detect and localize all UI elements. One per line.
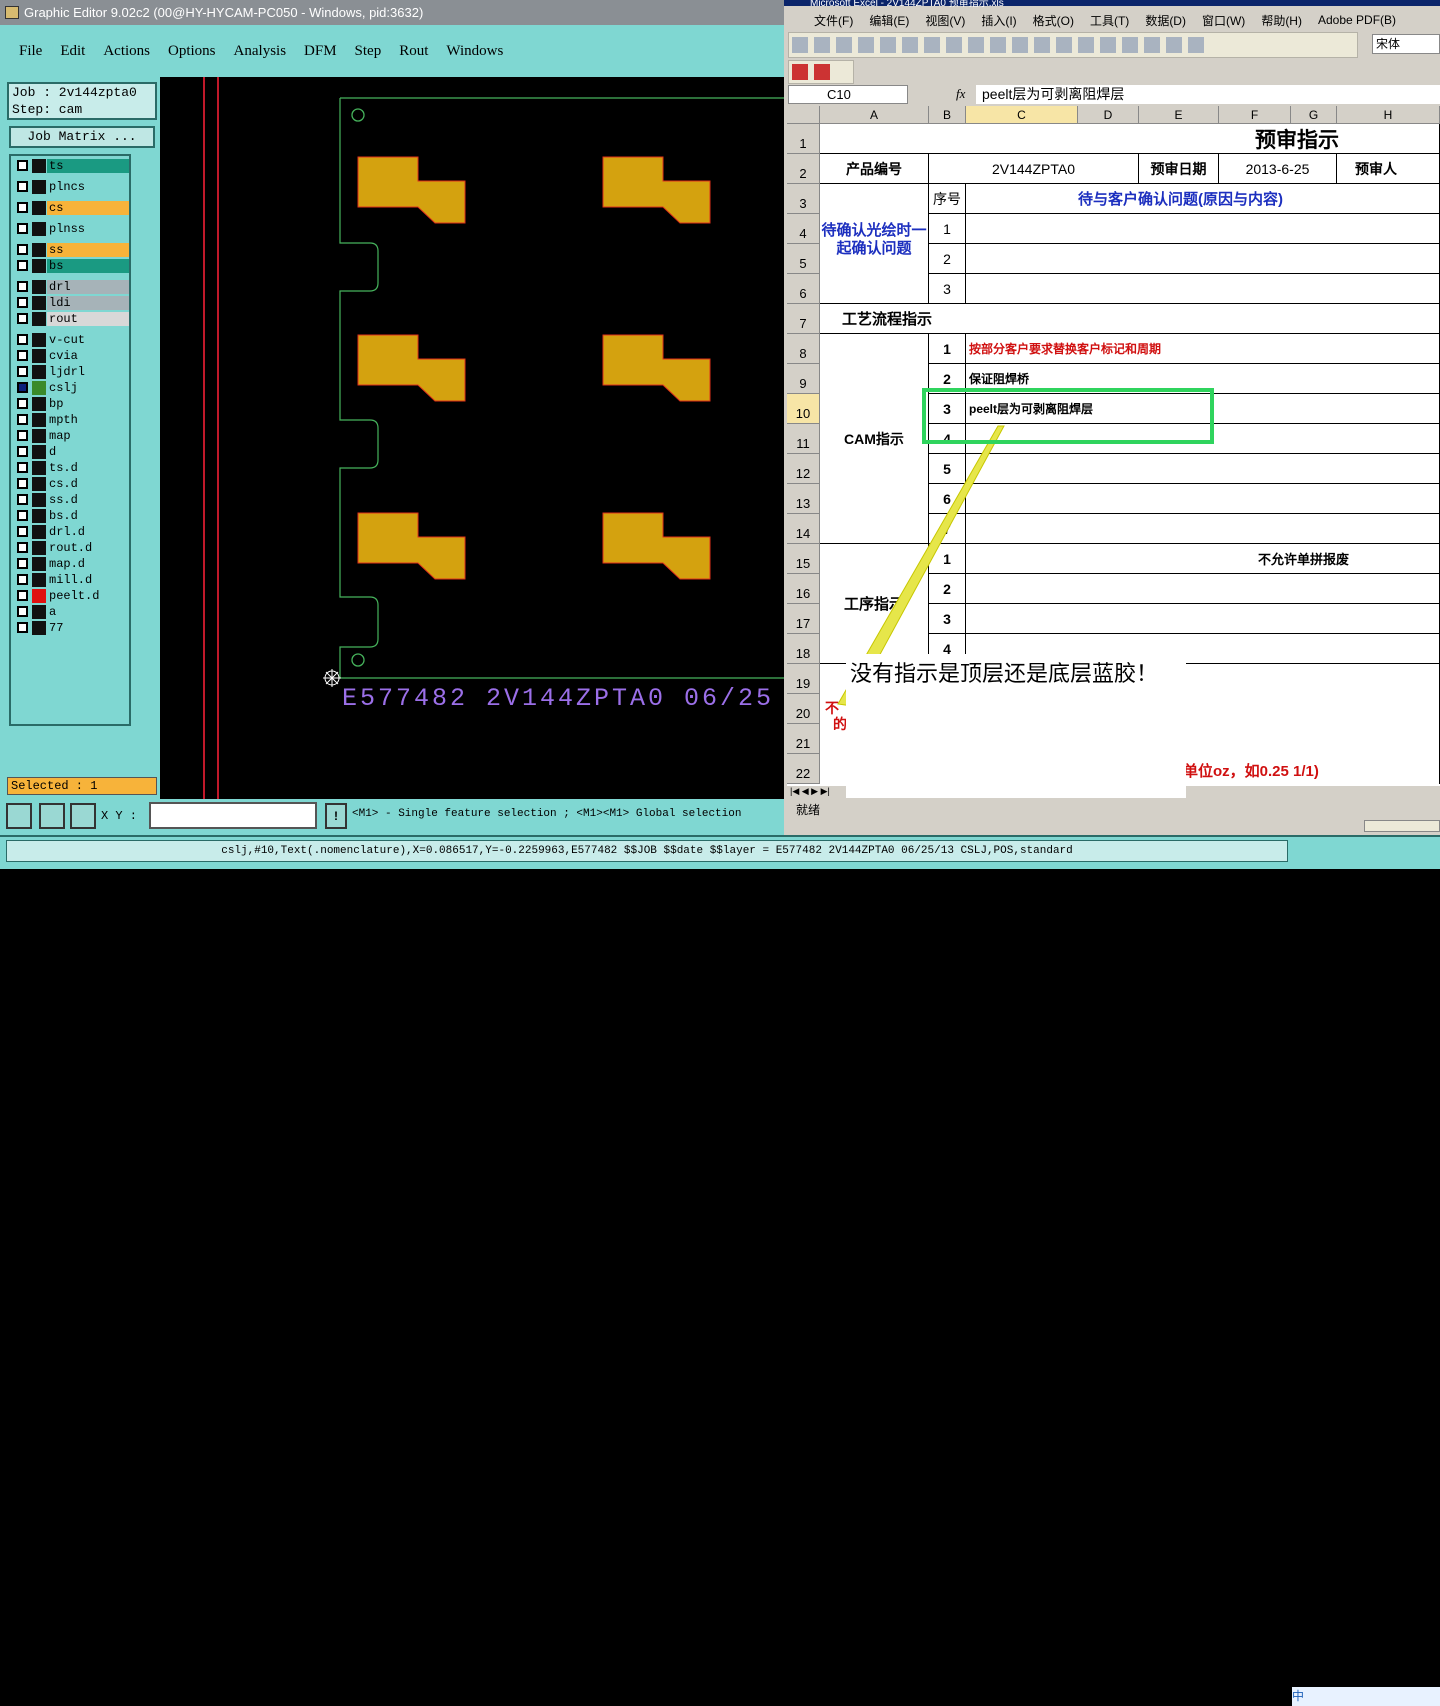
annotation-callout: 没有指示是顶层还是底层蓝胶！ [846,654,1186,798]
highlight-box [922,388,1214,444]
ime-icon: 中 [1292,1689,1305,1703]
annotation-layer [837,425,1005,707]
input-method-tray[interactable]: 中 [1292,1687,1440,1706]
